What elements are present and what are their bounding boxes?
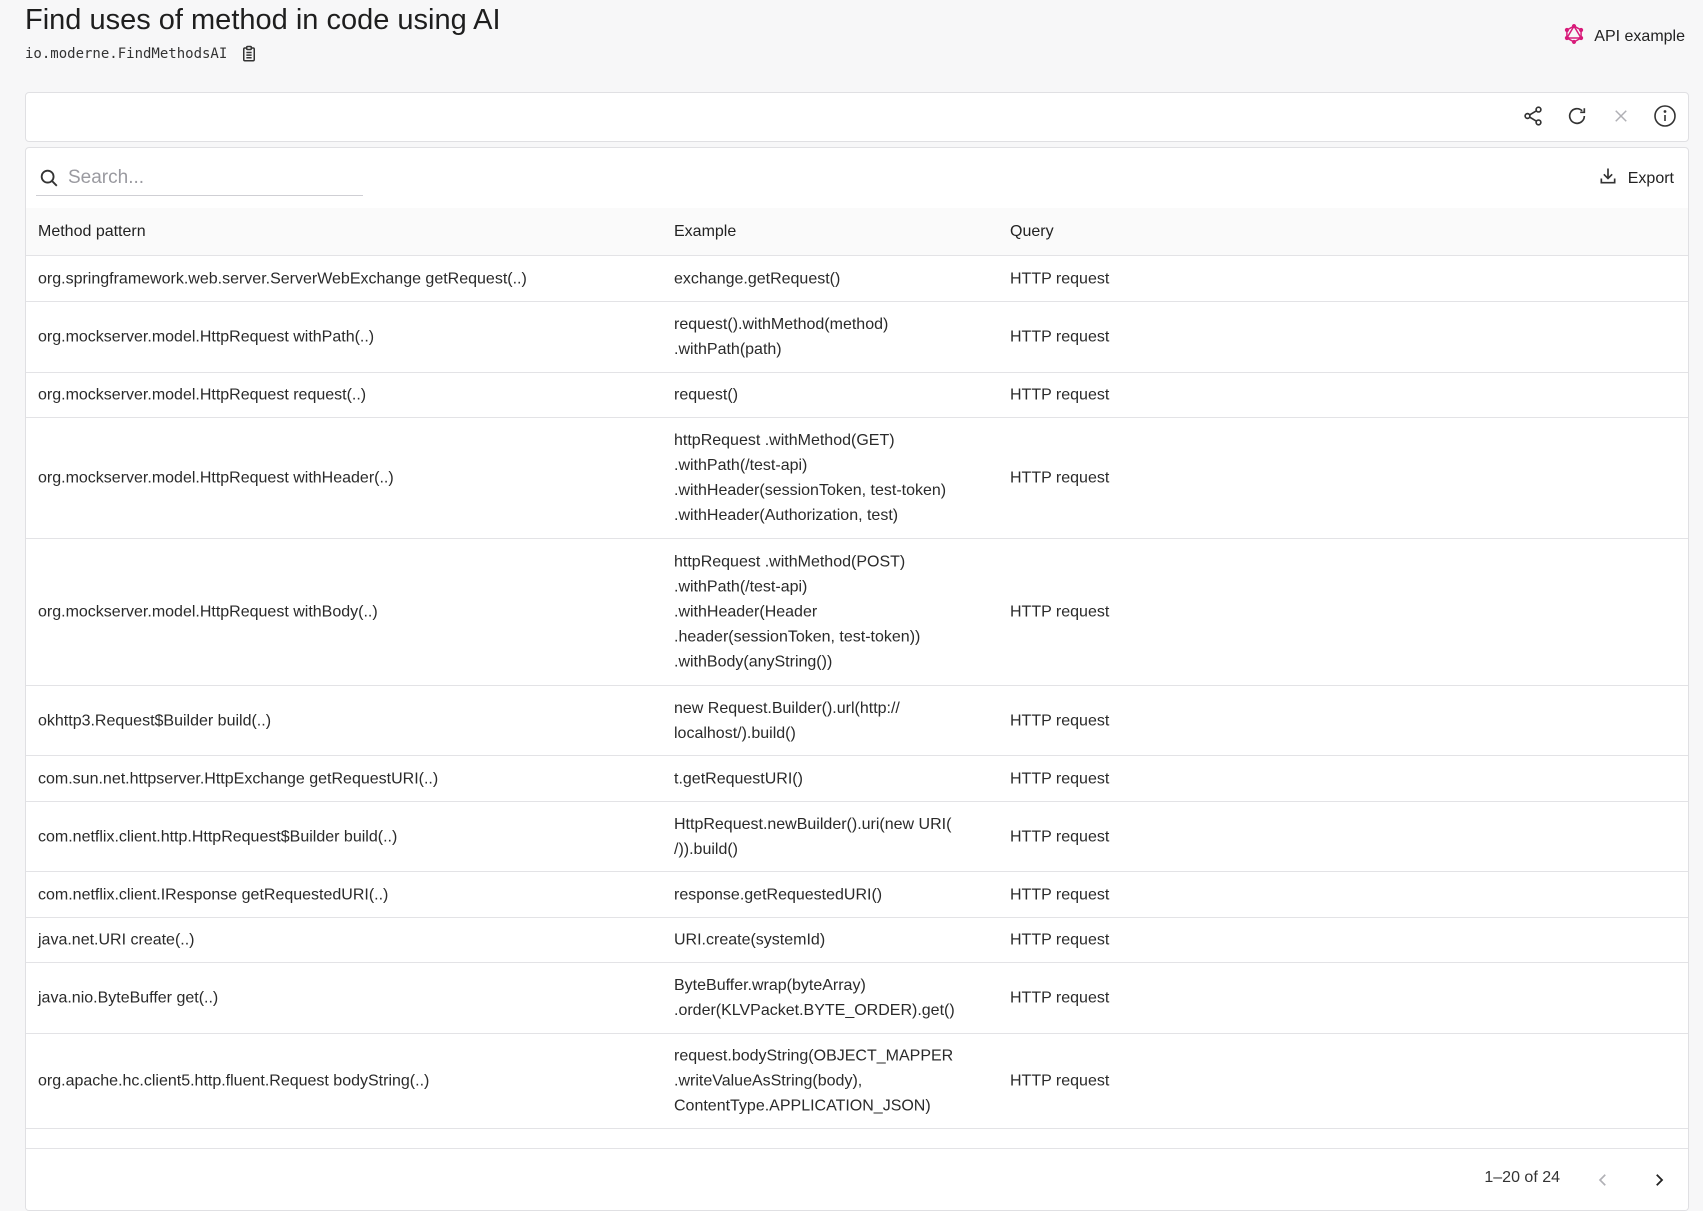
table-row[interactable]: org.springframework.web.server.ServerWeb… (26, 256, 1688, 302)
search-box (36, 160, 363, 196)
example-cell: request().withMethod(method) .withPath(p… (674, 316, 889, 358)
example-cell: request.bodyString(OBJECT_MAPPER .writeV… (674, 1047, 954, 1115)
chevron-left-icon[interactable] (1590, 1167, 1616, 1193)
table-body: org.springframework.web.server.ServerWeb… (26, 256, 1688, 1156)
results-table-card: Export Method pattern Example Query org.… (25, 147, 1689, 1211)
table-row[interactable]: com.sun.net.httpserver.HttpExchange getR… (26, 756, 1688, 802)
api-example-label: API example (1594, 27, 1685, 45)
refresh-icon[interactable] (1564, 103, 1590, 129)
query-cell: HTTP request (1010, 828, 1110, 845)
search-icon (38, 167, 60, 189)
example-cell: response.getRequestedURI() (674, 886, 883, 903)
query-cell: HTTP request (1010, 989, 1110, 1007)
page-header: Find uses of method in code using AI io.… (25, 0, 1685, 80)
example-cell: httpRequest .withMethod(POST) .withPath(… (674, 553, 921, 671)
search-input[interactable] (68, 166, 348, 189)
chevron-right-icon[interactable] (1646, 1167, 1672, 1193)
page-title: Find uses of method in code using AI (25, 4, 501, 36)
query-cell: HTTP request (1010, 270, 1110, 287)
table-row[interactable]: org.mockserver.model.HttpRequest withHea… (26, 418, 1688, 539)
method-pattern-cell: java.net.URI create(..) (38, 931, 195, 949)
table-row[interactable]: okhttp3.Request$Builder build(..) new Re… (26, 686, 1688, 756)
query-cell: HTTP request (1010, 603, 1110, 621)
column-header-method-pattern[interactable]: Method pattern (38, 223, 658, 241)
query-cell: HTTP request (1010, 886, 1110, 903)
query-cell: HTTP request (1010, 1072, 1110, 1090)
recipe-id: io.moderne.FindMethodsAI (25, 46, 228, 62)
toolbar-icons (1520, 103, 1678, 129)
table-footer: 1–20 of 24 (26, 1148, 1688, 1210)
method-pattern-cell: okhttp3.Request$Builder build(..) (38, 712, 272, 729)
copy-clipboard-icon[interactable] (239, 44, 259, 64)
column-header-query[interactable]: Query (1010, 223, 1310, 241)
recipe-id-row: io.moderne.FindMethodsAI (25, 44, 259, 64)
table-row[interactable]: org.apache.hc.client5.http.fluent.Reques… (26, 1034, 1688, 1129)
example-cell: HttpRequest.newBuilder().uri(new URI( /)… (674, 815, 952, 858)
table-row[interactable]: org.mockserver.model.HttpRequest withPat… (26, 302, 1688, 373)
example-cell: request() (674, 386, 739, 404)
column-header-example[interactable]: Example (674, 223, 1014, 241)
share-icon[interactable] (1520, 103, 1546, 129)
query-cell: HTTP request (1010, 931, 1110, 949)
table-row[interactable]: com.netflix.client.IResponse getRequeste… (26, 872, 1688, 918)
table-header: Method pattern Example Query (26, 208, 1688, 256)
table-row[interactable]: java.nio.ByteBuffer get(..) ByteBuffer.w… (26, 963, 1688, 1034)
query-cell: HTTP request (1010, 386, 1110, 404)
query-cell: HTTP request (1010, 712, 1110, 729)
pagination-range: 1–20 of 24 (1484, 1169, 1560, 1186)
method-pattern-cell: org.mockserver.model.HttpRequest withHea… (38, 469, 394, 487)
example-cell: exchange.getRequest() (674, 270, 841, 287)
example-cell: httpRequest .withMethod(GET) .withPath(/… (674, 432, 947, 524)
download-icon (1598, 166, 1618, 191)
example-cell: t.getRequestURI() (674, 770, 803, 787)
table-row[interactable]: org.mockserver.model.HttpRequest withBod… (26, 539, 1688, 686)
table-row[interactable]: org.mockserver.model.HttpRequest request… (26, 373, 1688, 418)
graphql-icon (1564, 23, 1584, 49)
method-pattern-cell: com.netflix.client.http.HttpRequest$Buil… (38, 828, 398, 845)
info-icon[interactable] (1652, 103, 1678, 129)
method-pattern-cell: com.sun.net.httpserver.HttpExchange getR… (38, 770, 439, 787)
example-cell: ByteBuffer.wrap(byteArray) .order(KLVPac… (674, 977, 955, 1019)
method-pattern-cell: org.mockserver.model.HttpRequest request… (38, 386, 367, 404)
query-cell: HTTP request (1010, 328, 1110, 346)
table-row[interactable]: java.net.URI create(..) URI.create(syste… (26, 918, 1688, 963)
method-pattern-cell: org.springframework.web.server.ServerWeb… (38, 270, 527, 287)
example-cell: new Request.Builder().url(http:// localh… (674, 699, 900, 742)
api-example-button[interactable]: API example (1564, 23, 1685, 49)
method-pattern-cell: org.apache.hc.client5.http.fluent.Reques… (38, 1072, 430, 1090)
toolbar-card (25, 92, 1689, 142)
export-label: Export (1627, 169, 1674, 187)
method-pattern-cell: org.mockserver.model.HttpRequest withPat… (38, 328, 375, 346)
method-pattern-cell: org.mockserver.model.HttpRequest withBod… (38, 603, 378, 621)
method-pattern-cell: com.netflix.client.IResponse getRequeste… (38, 886, 389, 903)
table-row[interactable]: com.netflix.client.http.HttpRequest$Buil… (26, 802, 1688, 872)
close-icon[interactable] (1608, 103, 1634, 129)
export-button[interactable]: Export (1598, 166, 1674, 191)
query-cell: HTTP request (1010, 469, 1110, 487)
query-cell: HTTP request (1010, 770, 1110, 787)
method-pattern-cell: java.nio.ByteBuffer get(..) (38, 989, 219, 1007)
example-cell: URI.create(systemId) (674, 931, 826, 949)
